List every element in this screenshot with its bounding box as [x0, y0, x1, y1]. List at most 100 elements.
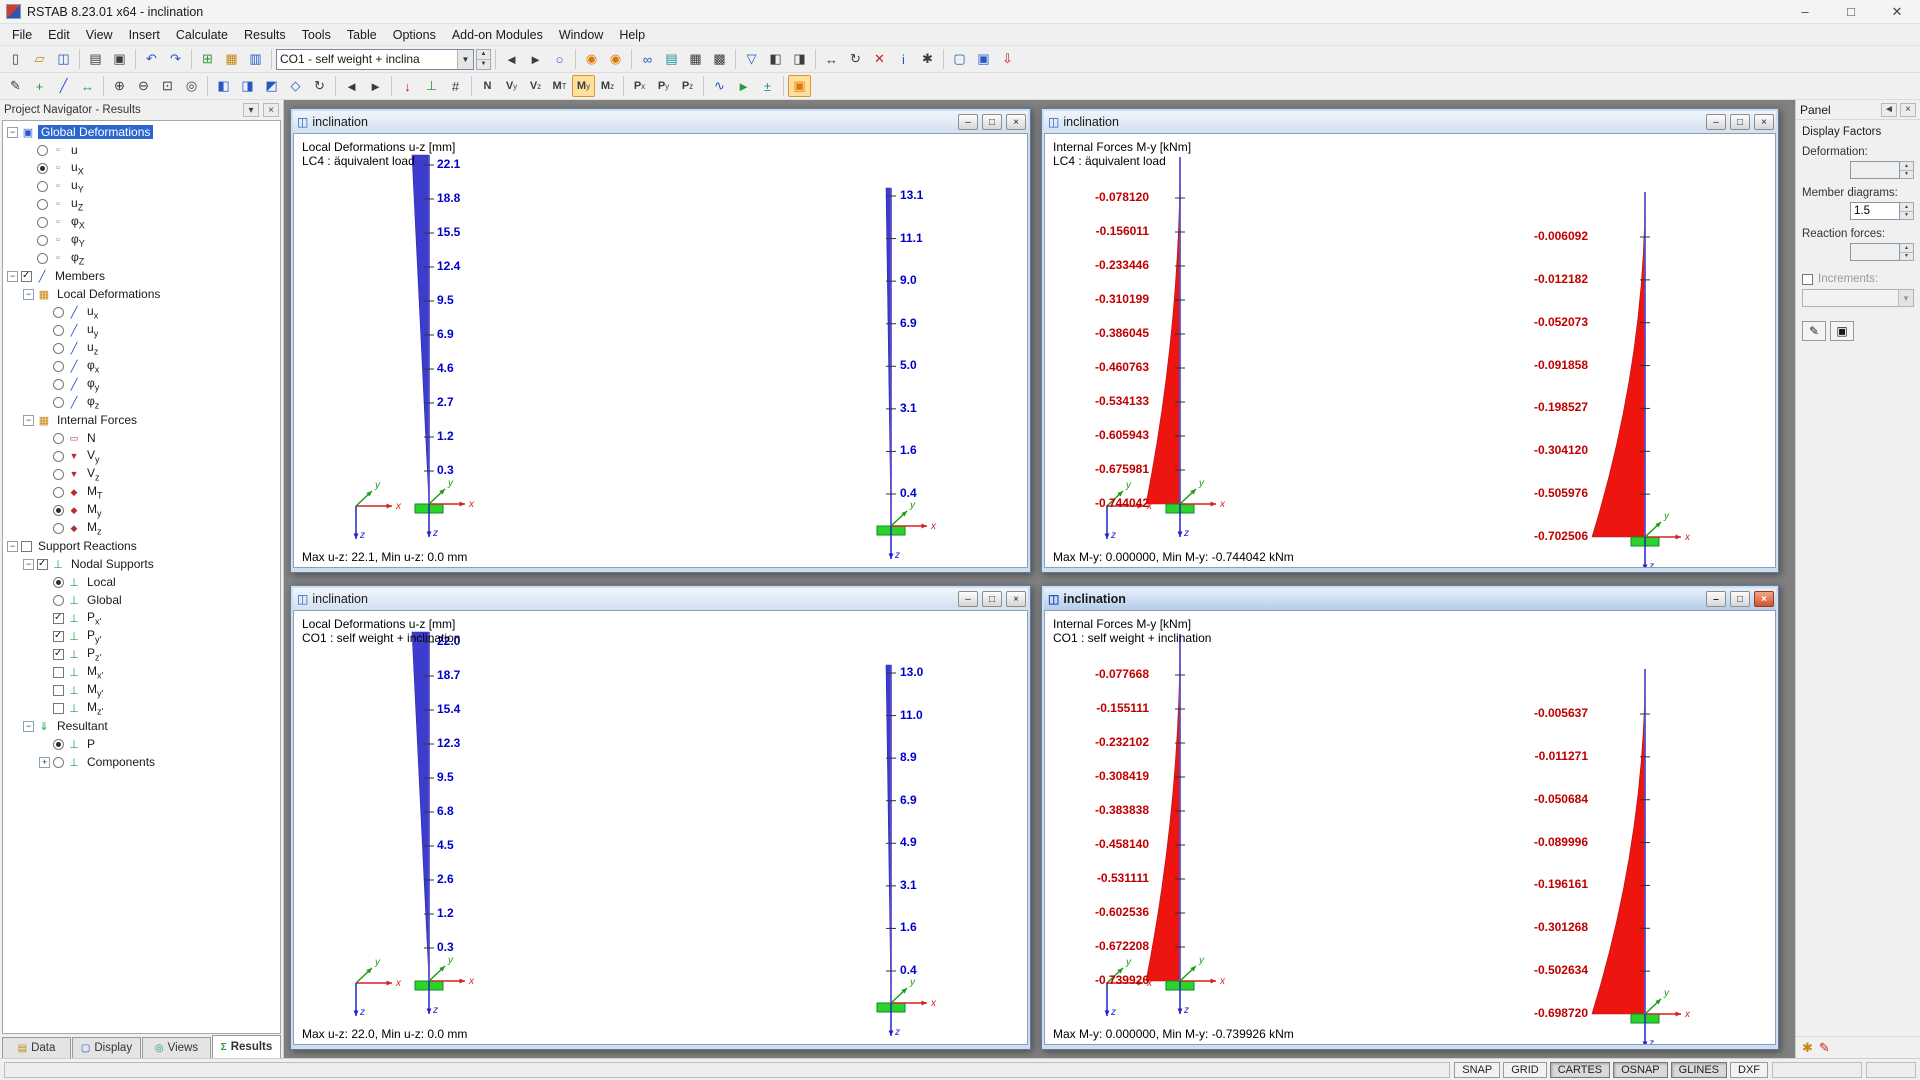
show-loads-icon[interactable]: ↓: [396, 75, 419, 97]
checkbox-nodal-supports[interactable]: [37, 559, 48, 570]
close-icon[interactable]: ×: [263, 103, 279, 117]
show-results-icon[interactable]: ◉: [580, 48, 603, 70]
result-vz-icon[interactable]: Vz: [524, 75, 547, 97]
new-window-icon[interactable]: ▢: [948, 48, 971, 70]
radio-uz[interactable]: [53, 343, 64, 354]
tree-item-local[interactable]: ⊥Local: [3, 573, 280, 591]
tree-item-mt[interactable]: ◆MT: [3, 483, 280, 501]
radio-x[interactable]: [37, 217, 48, 228]
tree-item-my[interactable]: ⊥My': [3, 681, 280, 699]
close-button[interactable]: ✕: [1874, 0, 1920, 23]
tree-item-nodal-supports[interactable]: −⊥Nodal Supports: [3, 555, 280, 573]
radio-uz[interactable]: [37, 199, 48, 210]
deformation-display-icon[interactable]: ∿: [708, 75, 731, 97]
radio-p[interactable]: [53, 739, 64, 750]
insert-table-icon[interactable]: ⊞: [196, 48, 219, 70]
radio-local[interactable]: [53, 577, 64, 588]
radio-z[interactable]: [37, 253, 48, 264]
annotate-icon[interactable]: ✎: [1819, 1040, 1830, 1056]
isometric-view-icon[interactable]: ◇: [284, 75, 307, 97]
tree-item-y[interactable]: ▫φY: [3, 231, 280, 249]
tree-item-uz[interactable]: ▫uZ: [3, 195, 280, 213]
mdi-titlebar[interactable]: ◫inclination–□×: [1044, 588, 1776, 610]
radio-ux[interactable]: [53, 307, 64, 318]
tree-item-u[interactable]: ▫u: [3, 141, 280, 159]
result-mt-icon[interactable]: MT: [548, 75, 571, 97]
minimize-button[interactable]: –: [1706, 114, 1726, 130]
tree-item-z[interactable]: ▫φZ: [3, 249, 280, 267]
radio-z[interactable]: [53, 397, 64, 408]
tree-item-n[interactable]: ▭N: [3, 429, 280, 447]
close-button[interactable]: ×: [1006, 114, 1026, 130]
increments-select[interactable]: ▼: [1802, 289, 1914, 307]
results-table-icon[interactable]: ▤: [660, 48, 683, 70]
result-values-icon[interactable]: ±: [756, 75, 779, 97]
expand-icon[interactable]: +: [39, 757, 50, 768]
statusbar-grid-toggle[interactable]: GRID: [1503, 1062, 1547, 1078]
tab-display[interactable]: ▢Display: [72, 1037, 141, 1058]
tree-item-components[interactable]: +⊥Components: [3, 753, 280, 771]
menu-results[interactable]: Results: [236, 26, 294, 44]
result-n-icon[interactable]: N: [476, 75, 499, 97]
tree-item-mz[interactable]: ◆Mz: [3, 519, 280, 537]
next-load-case-icon[interactable]: ►: [524, 48, 547, 70]
radio-components[interactable]: [53, 757, 64, 768]
panel-options-button[interactable]: ▣: [1830, 321, 1854, 341]
tree-item-uy[interactable]: ╱uy: [3, 321, 280, 339]
menu-insert[interactable]: Insert: [121, 26, 168, 44]
move-icon[interactable]: ↔: [820, 48, 843, 70]
radio-my[interactable]: [53, 505, 64, 516]
tree-item-x[interactable]: ▫φX: [3, 213, 280, 231]
minimize-button[interactable]: –: [1782, 0, 1828, 23]
tree-item-local-deformations[interactable]: −▦Local Deformations: [3, 285, 280, 303]
statusbar-dxf-toggle[interactable]: DXF: [1730, 1062, 1768, 1078]
tree-item-p[interactable]: ⊥P: [3, 735, 280, 753]
result-viewport[interactable]: Local Deformations u-z [mm]CO1 : self we…: [293, 610, 1028, 1045]
result-viewport[interactable]: Internal Forces M-y [kNm]LC4 : äquivalen…: [1044, 133, 1776, 568]
checkbox-members[interactable]: [21, 271, 32, 282]
mdi-titlebar[interactable]: ◫inclination–□×: [1044, 111, 1776, 133]
menu-file[interactable]: File: [4, 26, 40, 44]
edit-factors-button[interactable]: ✎: [1802, 321, 1826, 341]
tree-item-global-deformations[interactable]: −▣Global Deformations: [3, 123, 280, 141]
previous-load-case-icon[interactable]: ◄: [500, 48, 523, 70]
tree-item-vy[interactable]: ▼Vy: [3, 447, 280, 465]
radio-global[interactable]: [53, 595, 64, 606]
search-icon[interactable]: ○: [548, 48, 571, 70]
radio-y[interactable]: [37, 235, 48, 246]
close-icon[interactable]: ×: [1900, 103, 1916, 117]
tree-item-mz[interactable]: ⊥Mz': [3, 699, 280, 717]
tree-item-pz[interactable]: ⊥Pz': [3, 645, 280, 663]
reaction-forces-factor-spinner[interactable]: ▲▼: [1900, 243, 1914, 261]
radio-n[interactable]: [53, 433, 64, 444]
tab-views[interactable]: ◎Views: [142, 1037, 211, 1058]
menu-calculate[interactable]: Calculate: [168, 26, 236, 44]
member-diagrams-factor-spinner[interactable]: ▲▼: [1900, 202, 1914, 220]
tree-item-my[interactable]: ◆My: [3, 501, 280, 519]
grid-view-icon[interactable]: ▦: [684, 48, 707, 70]
reaction-forces-factor-input[interactable]: [1850, 243, 1900, 261]
tree-item-vz[interactable]: ▼Vz: [3, 465, 280, 483]
radio-uy[interactable]: [53, 325, 64, 336]
mdi-titlebar[interactable]: ◫inclination–□×: [293, 588, 1028, 610]
collapse-icon[interactable]: −: [7, 541, 18, 552]
close-button[interactable]: ×: [1754, 591, 1774, 607]
load-case-spinner[interactable]: ▲▼: [476, 49, 491, 70]
tree-item-ux[interactable]: ▫uX: [3, 159, 280, 177]
minimize-button[interactable]: –: [958, 591, 978, 607]
tree-item-y[interactable]: ╱φy: [3, 375, 280, 393]
view-z-icon[interactable]: ◩: [260, 75, 283, 97]
tab-data[interactable]: ▤Data: [2, 1037, 71, 1058]
insert-node-icon[interactable]: +: [28, 75, 51, 97]
open-project-icon[interactable]: ▱: [28, 48, 51, 70]
tree-item-members[interactable]: −╱Members: [3, 267, 280, 285]
load-case-combo[interactable]: CO1 - self weight + inclina▼: [276, 49, 474, 70]
tree-item-py[interactable]: ⊥Py': [3, 627, 280, 645]
copy-icon[interactable]: ▣: [108, 48, 131, 70]
result-px-icon[interactable]: Px: [628, 75, 651, 97]
animation-icon[interactable]: ►: [732, 75, 755, 97]
checkbox-pz[interactable]: [53, 649, 64, 660]
table-manager-icon[interactable]: ▥: [244, 48, 267, 70]
menu-edit[interactable]: Edit: [40, 26, 78, 44]
checkbox-py[interactable]: [53, 631, 64, 642]
